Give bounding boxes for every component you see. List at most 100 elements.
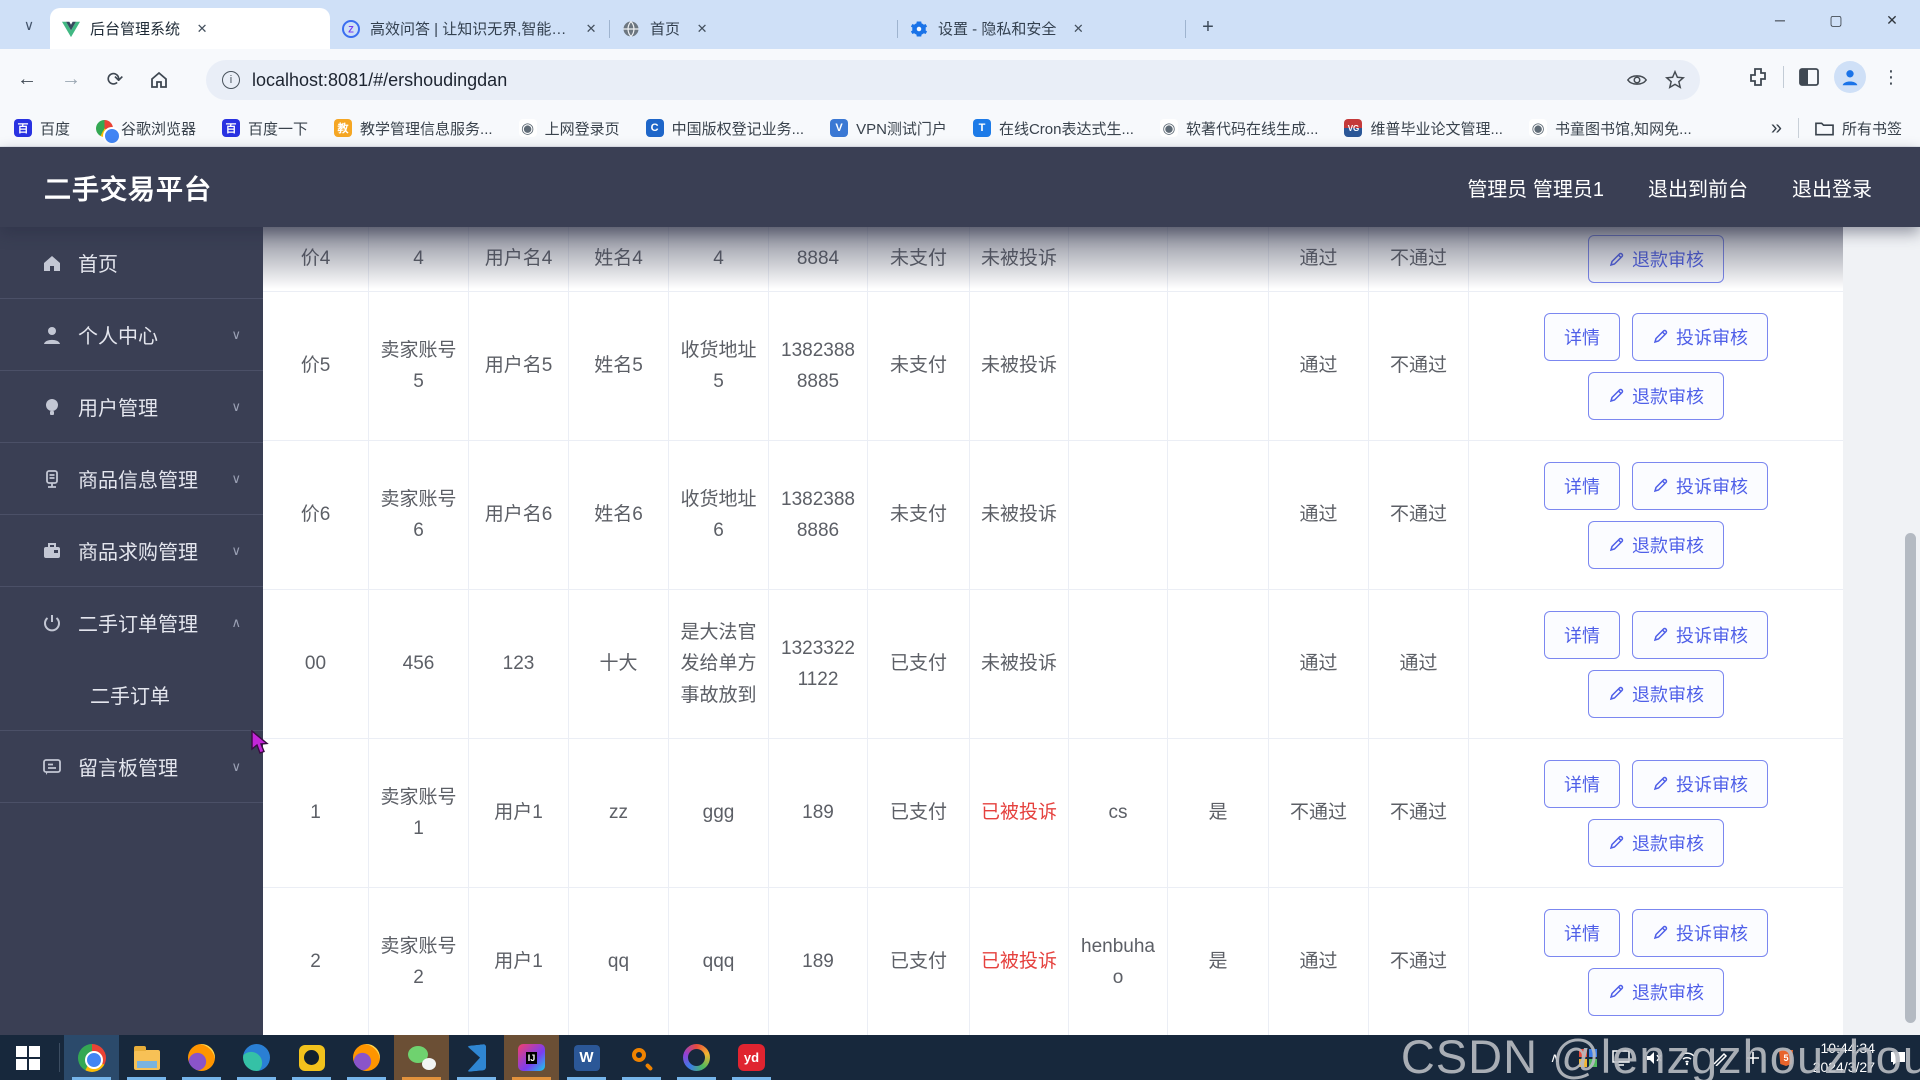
bookmark-item[interactable]: T 在线Cron表达式生... [972,118,1134,139]
table-cell: 姓名6 [569,441,669,589]
start-button[interactable] [0,1035,55,1080]
edge-app[interactable] [229,1035,284,1080]
sidebar-item-1[interactable]: 首页 [0,227,263,298]
sidebar-subitem[interactable]: 二手订单 [0,658,263,730]
page-scrollbar[interactable] [1905,533,1916,1023]
sidebar-item-3[interactable]: 用户管理 ∨ [0,371,263,442]
refund-review-button[interactable]: 退款审核 [1588,818,1724,867]
tab-close-icon[interactable]: ✕ [1068,19,1088,39]
complaint-review-button[interactable]: 投诉审核 [1632,908,1768,957]
browser-tab-1[interactable]: 后台管理系统 ✕ [50,8,330,49]
complaint-review-button[interactable]: 投诉审核 [1632,461,1768,510]
actions-line-2: 退款审核 [1588,818,1724,867]
forward-icon[interactable]: → [54,63,88,97]
main-content: 价4 4 用户名4 姓名4 4 8884 未支付 未被投诉 通过 不通过 退款审核 价5 卖家账号5 用户… [263,227,1920,1035]
refund-review-button[interactable]: 退款审核 [1588,235,1724,283]
bookmark-item[interactable]: ◉ 书童图书馆,知网免... [1528,118,1692,139]
browser-tab-4[interactable]: 设置 - 隐私和安全 ✕ [898,8,1186,49]
complaint-review-button[interactable]: 投诉审核 [1632,312,1768,361]
bookmark-item[interactable]: 百百度一下 [222,118,308,139]
table-cell [1168,441,1269,589]
actions-line-1: 详情 投诉审核 [1544,461,1768,510]
detail-button[interactable]: 详情 [1544,461,1620,510]
bookmark-label: 在线Cron表达式生... [998,120,1134,138]
edu-service-icon: 教 [334,119,353,137]
table-cell: 通过 [1269,292,1369,440]
bookmark-label: 上网登录页 [544,120,620,138]
table-cell: 卖家账号2 [369,888,469,1035]
new-tab-button[interactable]: + [1194,13,1222,41]
refund-review-button[interactable]: 退款审核 [1588,669,1724,718]
table-cell: 卖家账号1 [369,739,469,887]
bookmark-item[interactable]: ◉ 软著代码在线生成... [1159,118,1318,139]
complaint-review-button[interactable]: 投诉审核 [1632,759,1768,808]
home-icon[interactable] [142,63,176,97]
table-cell: 是 [1168,888,1269,1035]
all-bookmarks-button[interactable]: 所有书签 [1815,118,1902,139]
profile-avatar[interactable] [1834,61,1866,93]
refund-review-button[interactable]: 退款审核 [1588,520,1724,569]
back-icon[interactable]: ← [10,63,44,97]
tab-close-icon[interactable]: ✕ [692,19,712,39]
yellow-tool-app[interactable] [284,1035,339,1080]
detail-button[interactable]: 详情 [1544,312,1620,361]
bookmark-item[interactable]: ◉ 上网登录页 [518,118,620,139]
sidebar-item-4[interactable]: 商品信息管理 ∨ [0,443,263,514]
detail-button[interactable]: 详情 [1544,908,1620,957]
refund-review-button[interactable]: 退款审核 [1588,967,1724,1016]
browser-menu-dots-icon[interactable]: ⋮ [1876,62,1906,92]
tab-search-chevron-icon[interactable]: ∨ [14,10,44,40]
table-cell: 13233221122 [769,590,868,738]
complaint-review-button[interactable]: 投诉审核 [1632,610,1768,659]
address-bar[interactable]: i localhost:8081/#/ershoudingdan [206,60,1700,100]
table-cell: 不通过 [1369,441,1469,589]
sidebar-item-6[interactable]: 二手订单管理 ∧ [0,587,263,658]
bookmark-star-icon[interactable] [1660,65,1690,95]
bookmark-item[interactable]: 教教学管理信息服务... [334,118,493,139]
url-text[interactable]: localhost:8081/#/ershoudingdan [252,70,507,91]
exit-to-front-link[interactable]: 退出到前台 [1648,173,1748,202]
table-cell: 姓名5 [569,292,669,440]
firefox-app[interactable] [174,1035,229,1080]
word-app[interactable]: W [559,1035,614,1080]
bookmark-item[interactable]: V VPN测试门户 [830,118,947,139]
vscode-app[interactable] [449,1035,504,1080]
navicat-app[interactable] [669,1035,724,1080]
intellij-app[interactable]: IJ [504,1035,559,1080]
sidebar-item-7[interactable]: 留言板管理 ∨ [0,731,263,802]
tab-close-icon[interactable]: ✕ [192,19,212,39]
bookmark-item[interactable]: C 中国版权登记业务... [645,118,804,139]
bookmarks-overflow-icon[interactable]: » [1771,117,1782,140]
minimize-button[interactable]: ─ [1752,0,1808,40]
detail-button[interactable]: 详情 [1544,610,1620,659]
table-cell: 未支付 [868,292,970,440]
side-panel-icon[interactable] [1794,62,1824,92]
sidebar-item-5[interactable]: 商品求购管理 ∨ [0,515,263,586]
detail-button[interactable]: 详情 [1544,759,1620,808]
bookmark-item[interactable]: 谷歌浏览器 [96,118,196,145]
tab-close-icon[interactable]: ✕ [582,19,600,39]
maximize-button[interactable]: ▢ [1808,0,1864,40]
firefox-app-2[interactable] [339,1035,394,1080]
bookmark-item[interactable]: 百百度 [14,118,70,139]
logout-link[interactable]: 退出登录 [1792,173,1872,202]
wechat-app[interactable] [394,1035,449,1080]
youdao-app[interactable]: yd [724,1035,779,1080]
browser-tab-2[interactable]: Z 高效问答 | 让知识无界,智能触手... ✕ [330,8,610,49]
sidebar-item-2[interactable]: 个人中心 ∨ [0,299,263,370]
site-info-icon[interactable]: i [222,71,240,89]
chevron-down-icon: ∨ [231,326,241,342]
table-cell [1069,441,1168,589]
table-cell: 8884 [769,227,868,291]
reading-mode-eye-icon[interactable] [1622,65,1652,95]
search-tool-app[interactable] [614,1035,669,1080]
refund-review-button[interactable]: 退款审核 [1588,371,1724,420]
chrome-app[interactable] [64,1035,119,1080]
extensions-icon[interactable] [1743,62,1773,92]
browser-tab-3[interactable]: 首页 ✕ [610,8,898,49]
bookmark-item[interactable]: VG 维普毕业论文管理... [1344,118,1503,139]
actions-line-2: 退款审核 [1588,520,1724,569]
file-explorer-app[interactable] [119,1035,174,1080]
close-button[interactable]: ✕ [1864,0,1920,40]
reload-icon[interactable]: ⟳ [98,63,132,97]
